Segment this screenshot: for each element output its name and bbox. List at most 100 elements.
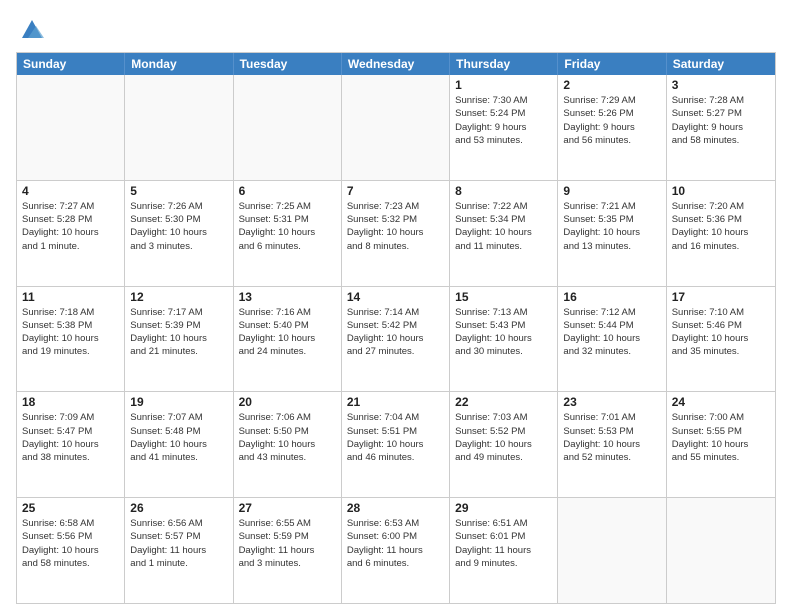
day-number: 9 <box>563 184 660 198</box>
day-info: Sunrise: 7:07 AM Sunset: 5:48 PM Dayligh… <box>130 411 227 464</box>
calendar-cell: 17 Sunrise: 7:10 AM Sunset: 5:46 PM Dayli… <box>667 287 775 392</box>
calendar-body: 1 Sunrise: 7:30 AM Sunset: 5:24 PM Daylig… <box>17 75 775 603</box>
day-number: 5 <box>130 184 227 198</box>
day-number: 2 <box>563 78 660 92</box>
calendar-cell <box>558 498 666 603</box>
calendar-cell: 6Sunrise: 7:25 AM Sunset: 5:31 PM Daylig… <box>234 181 342 286</box>
day-info: Sunrise: 7:18 AM Sunset: 5:38 PM Dayligh… <box>22 306 119 359</box>
day-info: Sunrise: 7:13 AM Sunset: 5:43 PM Dayligh… <box>455 306 552 359</box>
calendar-cell: 7 Sunrise: 7:23 AM Sunset: 5:32 PM Daylig… <box>342 181 450 286</box>
day-number: 12 <box>130 290 227 304</box>
calendar-cell: 19 Sunrise: 7:07 AM Sunset: 5:48 PM Dayli… <box>125 392 233 497</box>
calendar-week-0: 1 Sunrise: 7:30 AM Sunset: 5:24 PM Daylig… <box>17 75 775 180</box>
calendar: SundayMondayTuesdayWednesdayThursdayFrid… <box>16 52 776 604</box>
calendar-cell: 5 Sunrise: 7:26 AM Sunset: 5:30 PM Daylig… <box>125 181 233 286</box>
calendar-cell: 15 Sunrise: 7:13 AM Sunset: 5:43 PM Dayli… <box>450 287 558 392</box>
calendar-cell: 26 Sunrise: 6:56 AM Sunset: 5:57 PM Dayli… <box>125 498 233 603</box>
day-info: Sunrise: 7:00 AM Sunset: 5:55 PM Dayligh… <box>672 411 770 464</box>
day-info: Sunrise: 7:22 AM Sunset: 5:34 PM Dayligh… <box>455 200 552 253</box>
calendar-cell: 10Sunrise: 7:20 AM Sunset: 5:36 PM Dayli… <box>667 181 775 286</box>
calendar-cell <box>234 75 342 180</box>
header <box>16 12 776 44</box>
day-number: 26 <box>130 501 227 515</box>
day-info: Sunrise: 7:09 AM Sunset: 5:47 PM Dayligh… <box>22 411 119 464</box>
calendar-cell: 21Sunrise: 7:04 AM Sunset: 5:51 PM Dayli… <box>342 392 450 497</box>
calendar-week-2: 11 Sunrise: 7:18 AM Sunset: 5:38 PM Dayli… <box>17 286 775 392</box>
day-number: 6 <box>239 184 336 198</box>
day-number: 19 <box>130 395 227 409</box>
day-info: Sunrise: 6:53 AM Sunset: 6:00 PM Dayligh… <box>347 517 444 570</box>
calendar-cell: 11 Sunrise: 7:18 AM Sunset: 5:38 PM Dayli… <box>17 287 125 392</box>
page: SundayMondayTuesdayWednesdayThursdayFrid… <box>0 0 792 612</box>
logo-icon <box>18 16 46 44</box>
day-info: Sunrise: 7:20 AM Sunset: 5:36 PM Dayligh… <box>672 200 770 253</box>
day-info: Sunrise: 7:01 AM Sunset: 5:53 PM Dayligh… <box>563 411 660 464</box>
calendar-week-1: 4 Sunrise: 7:27 AM Sunset: 5:28 PM Daylig… <box>17 180 775 286</box>
day-info: Sunrise: 7:23 AM Sunset: 5:32 PM Dayligh… <box>347 200 444 253</box>
calendar-cell: 24 Sunrise: 7:00 AM Sunset: 5:55 PM Dayli… <box>667 392 775 497</box>
calendar-cell: 16Sunrise: 7:12 AM Sunset: 5:44 PM Dayli… <box>558 287 666 392</box>
day-info: Sunrise: 7:28 AM Sunset: 5:27 PM Dayligh… <box>672 94 770 147</box>
day-number: 7 <box>347 184 444 198</box>
day-number: 13 <box>239 290 336 304</box>
header-cell-sunday: Sunday <box>17 53 125 75</box>
day-number: 27 <box>239 501 336 515</box>
day-info: Sunrise: 7:30 AM Sunset: 5:24 PM Dayligh… <box>455 94 552 147</box>
calendar-header: SundayMondayTuesdayWednesdayThursdayFrid… <box>17 53 775 75</box>
day-info: Sunrise: 7:06 AM Sunset: 5:50 PM Dayligh… <box>239 411 336 464</box>
day-info: Sunrise: 7:29 AM Sunset: 5:26 PM Dayligh… <box>563 94 660 147</box>
calendar-cell: 3 Sunrise: 7:28 AM Sunset: 5:27 PM Daylig… <box>667 75 775 180</box>
header-cell-friday: Friday <box>558 53 666 75</box>
calendar-week-3: 18 Sunrise: 7:09 AM Sunset: 5:47 PM Dayli… <box>17 391 775 497</box>
calendar-cell: 4 Sunrise: 7:27 AM Sunset: 5:28 PM Daylig… <box>17 181 125 286</box>
calendar-cell: 27Sunrise: 6:55 AM Sunset: 5:59 PM Dayli… <box>234 498 342 603</box>
day-info: Sunrise: 6:58 AM Sunset: 5:56 PM Dayligh… <box>22 517 119 570</box>
day-number: 14 <box>347 290 444 304</box>
day-number: 11 <box>22 290 119 304</box>
day-number: 1 <box>455 78 552 92</box>
calendar-cell: 25Sunrise: 6:58 AM Sunset: 5:56 PM Dayli… <box>17 498 125 603</box>
day-info: Sunrise: 7:14 AM Sunset: 5:42 PM Dayligh… <box>347 306 444 359</box>
day-number: 4 <box>22 184 119 198</box>
calendar-cell: 29Sunrise: 6:51 AM Sunset: 6:01 PM Dayli… <box>450 498 558 603</box>
day-number: 21 <box>347 395 444 409</box>
header-cell-wednesday: Wednesday <box>342 53 450 75</box>
day-info: Sunrise: 7:12 AM Sunset: 5:44 PM Dayligh… <box>563 306 660 359</box>
calendar-cell: 14 Sunrise: 7:14 AM Sunset: 5:42 PM Dayli… <box>342 287 450 392</box>
day-number: 23 <box>563 395 660 409</box>
day-number: 20 <box>239 395 336 409</box>
day-number: 8 <box>455 184 552 198</box>
header-cell-thursday: Thursday <box>450 53 558 75</box>
calendar-cell: 23 Sunrise: 7:01 AM Sunset: 5:53 PM Dayli… <box>558 392 666 497</box>
calendar-cell: 9 Sunrise: 7:21 AM Sunset: 5:35 PM Daylig… <box>558 181 666 286</box>
day-number: 18 <box>22 395 119 409</box>
calendar-cell: 2 Sunrise: 7:29 AM Sunset: 5:26 PM Daylig… <box>558 75 666 180</box>
calendar-cell: 22 Sunrise: 7:03 AM Sunset: 5:52 PM Dayli… <box>450 392 558 497</box>
calendar-cell: 18 Sunrise: 7:09 AM Sunset: 5:47 PM Dayli… <box>17 392 125 497</box>
day-info: Sunrise: 6:51 AM Sunset: 6:01 PM Dayligh… <box>455 517 552 570</box>
header-cell-saturday: Saturday <box>667 53 775 75</box>
calendar-cell <box>17 75 125 180</box>
day-info: Sunrise: 6:56 AM Sunset: 5:57 PM Dayligh… <box>130 517 227 570</box>
header-cell-monday: Monday <box>125 53 233 75</box>
day-info: Sunrise: 7:27 AM Sunset: 5:28 PM Dayligh… <box>22 200 119 253</box>
header-cell-tuesday: Tuesday <box>234 53 342 75</box>
day-number: 24 <box>672 395 770 409</box>
calendar-cell: 20 Sunrise: 7:06 AM Sunset: 5:50 PM Dayli… <box>234 392 342 497</box>
day-number: 15 <box>455 290 552 304</box>
day-number: 28 <box>347 501 444 515</box>
day-info: Sunrise: 7:10 AM Sunset: 5:46 PM Dayligh… <box>672 306 770 359</box>
day-number: 22 <box>455 395 552 409</box>
day-info: Sunrise: 7:16 AM Sunset: 5:40 PM Dayligh… <box>239 306 336 359</box>
logo <box>16 16 46 44</box>
day-info: Sunrise: 7:21 AM Sunset: 5:35 PM Dayligh… <box>563 200 660 253</box>
day-info: Sunrise: 7:03 AM Sunset: 5:52 PM Dayligh… <box>455 411 552 464</box>
calendar-cell: 1 Sunrise: 7:30 AM Sunset: 5:24 PM Daylig… <box>450 75 558 180</box>
calendar-cell: 28 Sunrise: 6:53 AM Sunset: 6:00 PM Dayli… <box>342 498 450 603</box>
day-info: Sunrise: 7:26 AM Sunset: 5:30 PM Dayligh… <box>130 200 227 253</box>
calendar-cell: 8 Sunrise: 7:22 AM Sunset: 5:34 PM Daylig… <box>450 181 558 286</box>
day-number: 17 <box>672 290 770 304</box>
calendar-cell <box>125 75 233 180</box>
day-number: 3 <box>672 78 770 92</box>
day-info: Sunrise: 7:17 AM Sunset: 5:39 PM Dayligh… <box>130 306 227 359</box>
